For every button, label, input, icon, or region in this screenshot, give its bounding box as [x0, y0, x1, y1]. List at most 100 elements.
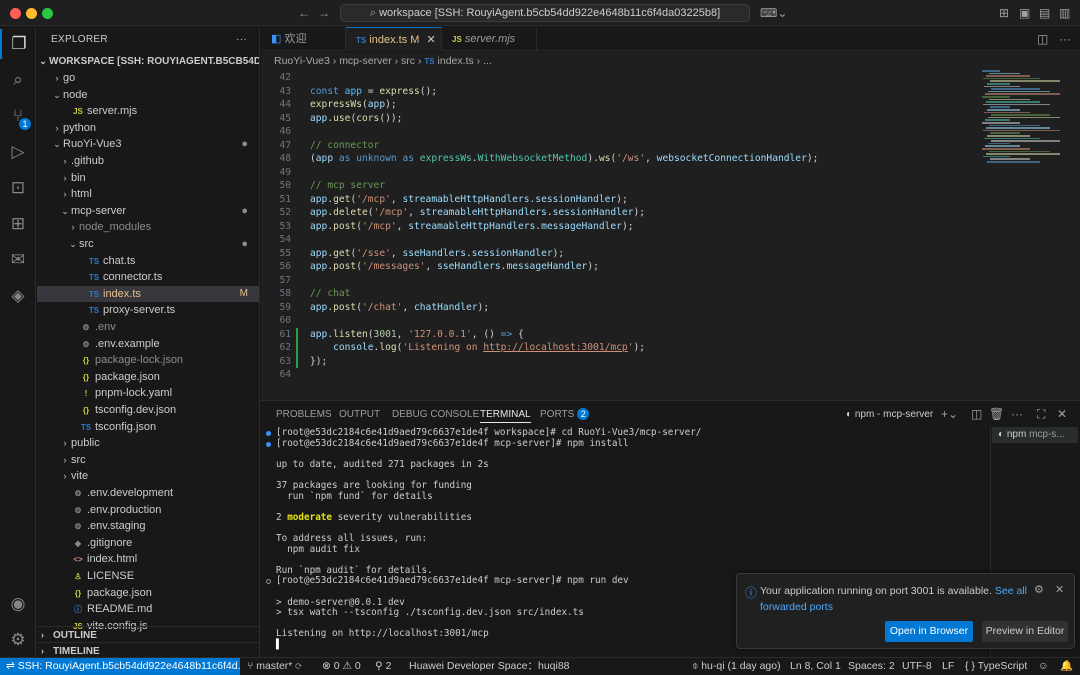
file-item[interactable]: JS server.mjs: [37, 103, 259, 120]
folder-item[interactable]: ⌄ mcp-server ●: [37, 203, 259, 220]
editor-more-icon[interactable]: ···: [1059, 31, 1071, 47]
tab-index-ts[interactable]: TS index.ts M ✕: [346, 27, 442, 51]
copilot-status-icon[interactable]: ☺: [1038, 658, 1049, 675]
account-icon[interactable]: ◉: [0, 589, 36, 619]
explorer-icon[interactable]: ❐: [0, 29, 36, 59]
problems-indicator[interactable]: ⊗ 0 ⚠ 0: [322, 658, 361, 675]
outline-section[interactable]: › OUTLINE: [37, 626, 259, 643]
terminal-list-item[interactable]: ◐ npm mcp-s...: [992, 427, 1078, 443]
toggle-secondary-sidebar-icon[interactable]: ▥: [1059, 5, 1070, 21]
settings-gear-icon[interactable]: ⚙: [0, 625, 36, 655]
folder-item[interactable]: › vite: [37, 468, 259, 485]
file-item[interactable]: {} package.json: [37, 585, 259, 602]
notification-close-icon[interactable]: ✕: [1055, 583, 1064, 596]
search-icon[interactable]: ⌕: [0, 65, 36, 95]
file-item[interactable]: ◆ .gitignore: [37, 535, 259, 552]
end-of-line[interactable]: LF: [942, 658, 954, 675]
folder-item[interactable]: › html: [37, 186, 259, 203]
minimap[interactable]: [982, 70, 1074, 170]
code-editor[interactable]: 42 43 const app = express(); 44 expressWs(ap…: [261, 70, 1080, 400]
kill-terminal-icon[interactable]: 🗑: [989, 406, 1004, 422]
file-item[interactable]: {} package.json: [37, 369, 259, 386]
folder-item[interactable]: › src: [37, 452, 259, 469]
customize-layout-icon[interactable]: ⊞: [999, 5, 1009, 21]
file-item[interactable]: TS index.ts M: [37, 285, 259, 303]
command-decoration-icon[interactable]: [266, 579, 271, 585]
folder-item[interactable]: › go: [37, 70, 259, 87]
folder-item[interactable]: › bin: [37, 170, 259, 187]
panel-tab-ports[interactable]: PORTS 2: [540, 407, 590, 423]
git-blame-indicator[interactable]: ⌽ hu-qi (1 day ago): [692, 658, 781, 675]
command-decoration-icon[interactable]: [266, 441, 271, 447]
close-window-button[interactable]: [10, 8, 21, 19]
file-item[interactable]: ! pnpm-lock.yaml: [37, 385, 259, 402]
command-decoration-icon[interactable]: [266, 431, 271, 436]
back-arrow-icon[interactable]: ←: [298, 5, 310, 21]
terminal-selector[interactable]: ◐ npm - mcp-server: [846, 407, 933, 423]
folder-item[interactable]: ⌄ src ●: [37, 236, 259, 253]
file-item[interactable]: {} tsconfig.dev.json: [37, 402, 259, 419]
minimize-window-button[interactable]: [26, 8, 37, 19]
panel-more-icon[interactable]: ···: [1011, 406, 1023, 422]
open-in-browser-button[interactable]: Open in Browser: [885, 621, 973, 642]
breadcrumb-item[interactable]: mcp-server: [339, 55, 392, 67]
chat-icon[interactable]: ✉: [0, 245, 36, 275]
source-control-icon[interactable]: ⑂: [0, 101, 36, 131]
close-tab-icon[interactable]: ✕: [427, 34, 436, 46]
panel-tab-output[interactable]: OUTPUT: [339, 407, 380, 423]
breadcrumb-item[interactable]: ...: [483, 55, 492, 67]
extensions-icon[interactable]: ⊞: [0, 209, 36, 239]
tab-welcome[interactable]: ◧ 欢迎: [261, 27, 346, 51]
file-item[interactable]: ♙ LICENSE: [37, 568, 259, 585]
file-item[interactable]: ⚙ .env: [37, 319, 259, 336]
split-editor-icon[interactable]: ◫: [1037, 31, 1048, 47]
folder-item[interactable]: › .github: [37, 153, 259, 170]
copilot-icon[interactable]: ⌨⌄: [760, 5, 787, 21]
remote-indicator[interactable]: ⇌ SSH: RouyiAgent.b5cb54dd922e4648b11c6f…: [0, 658, 240, 675]
run-debug-icon[interactable]: ▷: [0, 137, 36, 167]
file-item[interactable]: TS connector.ts: [37, 269, 259, 286]
notification-settings-icon[interactable]: ⚙: [1034, 583, 1044, 596]
language-mode[interactable]: { } TypeScript: [965, 658, 1027, 675]
file-item[interactable]: ⚙ .env.example: [37, 336, 259, 353]
file-item[interactable]: TS tsconfig.json: [37, 419, 259, 436]
preview-in-editor-button[interactable]: Preview in Editor: [982, 621, 1068, 642]
folder-item[interactable]: ⌄ RuoYi-Vue3 ●: [37, 136, 259, 153]
encoding[interactable]: UTF-8: [902, 658, 932, 675]
codearts-icon[interactable]: ◈: [0, 281, 36, 311]
forward-arrow-icon[interactable]: →: [318, 5, 330, 21]
workspace-root[interactable]: ⌄WORKSPACE [SSH: ROUYIAGENT.B5CB54DD92..…: [37, 53, 259, 70]
zoom-window-button[interactable]: [42, 8, 53, 19]
toggle-panel-icon[interactable]: ▤: [1039, 5, 1050, 21]
file-item[interactable]: ⚙ .env.development: [37, 485, 259, 502]
panel-tab-problems[interactable]: PROBLEMS: [276, 407, 332, 423]
panel-tab-debug-console[interactable]: DEBUG CONSOLE: [392, 407, 479, 423]
breadcrumb-item[interactable]: src: [401, 55, 415, 67]
close-panel-icon[interactable]: ✕: [1057, 406, 1067, 422]
file-item[interactable]: ⓘ README.md: [37, 601, 259, 618]
cursor-position[interactable]: Ln 8, Col 1: [790, 658, 841, 675]
file-item[interactable]: {} package-lock.json: [37, 352, 259, 369]
file-item[interactable]: ⚙ .env.staging: [37, 518, 259, 535]
new-terminal-icon[interactable]: +⌄: [941, 406, 958, 422]
branch-indicator[interactable]: ⑂ master* ⟳: [247, 658, 302, 675]
more-actions-icon[interactable]: ···: [236, 27, 247, 53]
file-item[interactable]: <> index.html: [37, 551, 259, 568]
maximize-panel-icon[interactable]: ⛶: [1037, 406, 1045, 422]
tab-server-mjs[interactable]: JS server.mjs: [442, 27, 537, 51]
huawei-space-indicator[interactable]: Huawei Developer Space：huqi88: [409, 658, 570, 675]
remote-explorer-icon[interactable]: ⊡: [0, 173, 36, 203]
file-item[interactable]: ⚙ .env.production: [37, 502, 259, 519]
timeline-section[interactable]: › TIMELINE: [37, 642, 259, 657]
folder-item[interactable]: › python: [37, 120, 259, 137]
split-terminal-icon[interactable]: ◫: [971, 406, 982, 422]
folder-item[interactable]: ⌄ node: [37, 87, 259, 104]
notifications-bell-icon[interactable]: 🔔: [1060, 658, 1073, 675]
ports-indicator[interactable]: ⚲ 2: [375, 658, 391, 675]
breadcrumb-item[interactable]: RuoYi-Vue3: [274, 55, 330, 67]
folder-item[interactable]: › node_modules: [37, 219, 259, 236]
toggle-sidebar-icon[interactable]: ▣: [1019, 5, 1030, 21]
file-item[interactable]: TS proxy-server.ts: [37, 302, 259, 319]
panel-tab-terminal[interactable]: TERMINAL: [480, 407, 531, 423]
command-center-search[interactable]: ⌕ workspace [SSH: RouyiAgent.b5cb54dd922…: [340, 4, 750, 22]
